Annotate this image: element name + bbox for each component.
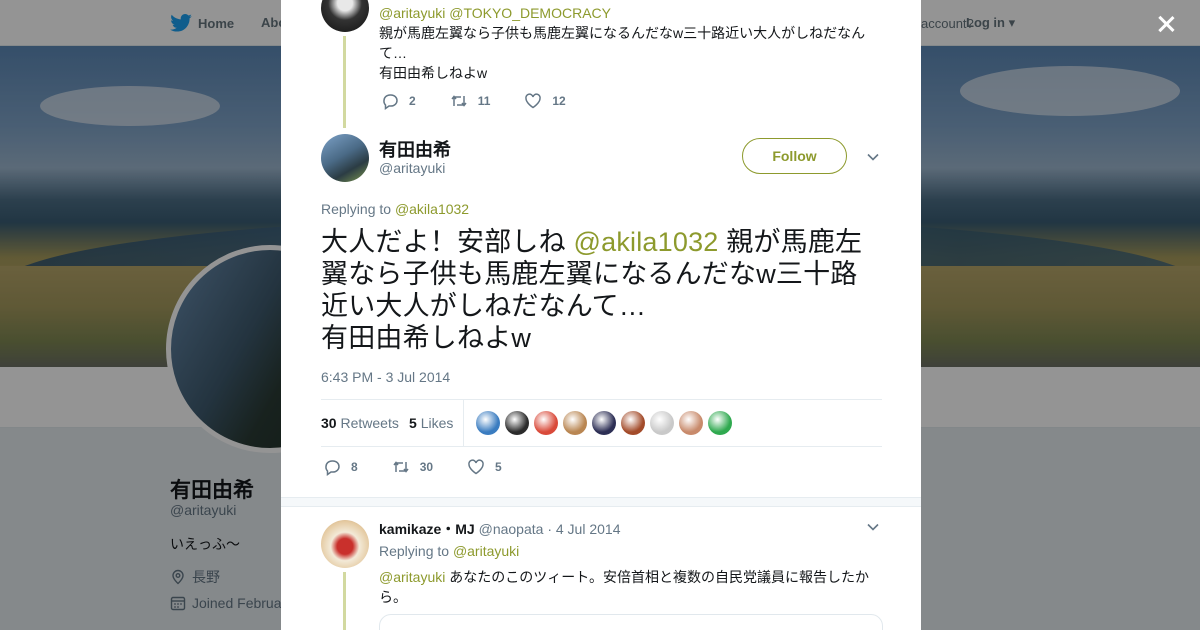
main-tweet-text-part: 大人だよ！安部しね	[321, 227, 566, 257]
replying-to-link[interactable]: @akila1032	[395, 201, 469, 217]
like-count: 12	[552, 94, 566, 108]
main-tweet-avatar[interactable]	[321, 134, 369, 182]
retweet-action[interactable]: 11	[450, 92, 491, 110]
retweet-count: 11	[477, 94, 491, 108]
liker-avatar[interactable]	[679, 411, 703, 435]
reply-count: 8	[351, 460, 358, 474]
reply-tweet-header: kamikaze・MJ @naopata · 4 Jul 2014	[379, 519, 621, 539]
stats-divider	[463, 400, 464, 447]
liker-avatar[interactable]	[476, 411, 500, 435]
liker-avatar[interactable]	[708, 411, 732, 435]
heart-icon	[525, 93, 542, 109]
quoted-tweet-card[interactable]	[379, 614, 883, 630]
mention-link[interactable]: @aritayuki	[379, 569, 445, 585]
parent-tweet-actions: 2 11 12	[381, 92, 600, 110]
liker-avatars	[476, 411, 732, 435]
replies-separator	[281, 497, 921, 507]
mention-link[interactable]: @akila1032	[574, 227, 719, 257]
parent-tweet-text: @aritayuki @TOKYO_DEMOCRACY 親が馬鹿左翼なら子供も馬…	[379, 3, 874, 83]
thread-connector	[343, 572, 346, 630]
retweet-stat-count: 30	[321, 415, 337, 431]
liker-avatar[interactable]	[621, 411, 645, 435]
main-tweet-text: 大人だよ！安部しね @akila1032 親が馬鹿左翼なら子供も馬鹿左翼になるん…	[321, 226, 881, 354]
retweet-stat[interactable]: 30 Retweets	[321, 415, 399, 431]
parent-tweet-line: 有田由希しねよw	[379, 65, 488, 81]
heart-icon	[468, 459, 484, 475]
reply-date[interactable]: · 4 Jul 2014	[547, 521, 620, 537]
liker-avatar[interactable]	[650, 411, 674, 435]
main-tweet-author-name[interactable]: 有田由希	[379, 136, 451, 162]
thread-connector	[343, 36, 346, 128]
like-action[interactable]: 12	[524, 92, 566, 110]
mention-link[interactable]: @aritayuki	[379, 5, 445, 21]
reply-tweet-avatar[interactable]	[321, 520, 369, 568]
reply-action[interactable]: 8	[323, 458, 358, 476]
reply-count: 2	[409, 94, 416, 108]
follow-button[interactable]: Follow	[742, 138, 847, 174]
reply-text-part: ら。	[379, 589, 407, 605]
reply-tweet-text: @aritayuki あなたのこのツィート。安倍首相と複数の自民党議員に報告した…	[379, 567, 879, 607]
tweet-timestamp[interactable]: 6:43 PM - 3 Jul 2014	[321, 369, 450, 385]
reply-icon	[325, 460, 340, 476]
tweet-stats: 30 Retweets 5 Likes	[321, 399, 882, 447]
like-action[interactable]: 5	[467, 458, 502, 476]
reply-icon	[383, 94, 398, 110]
mention-link[interactable]: @TOKYO_DEMOCRACY	[449, 5, 611, 21]
replying-to-prefix: Replying to	[379, 543, 450, 559]
main-tweet-actions: 8 30 5	[323, 458, 536, 476]
reply-text-part: あなたのこのツィート。安倍首相と複数の自民党議員に報告したか	[449, 569, 869, 585]
liker-avatar[interactable]	[592, 411, 616, 435]
retweet-action[interactable]: 30	[392, 458, 433, 476]
replying-to-link[interactable]: @aritayuki	[453, 543, 519, 559]
chevron-down-icon[interactable]	[865, 519, 881, 535]
like-count: 5	[495, 460, 502, 474]
chevron-down-icon[interactable]	[865, 149, 881, 165]
liker-avatar[interactable]	[505, 411, 529, 435]
reply-author-name[interactable]: kamikaze・MJ	[379, 521, 475, 537]
retweet-icon	[451, 95, 467, 107]
retweet-stat-label: Retweets	[340, 415, 399, 431]
tweet-permalink-modal: @aritayuki @TOKYO_DEMOCRACY 親が馬鹿左翼なら子供も馬…	[281, 0, 921, 630]
main-tweet-text-part: 有田由希しねよw	[321, 323, 532, 353]
parent-tweet-line: 親が馬鹿左翼なら子供も馬鹿左翼になるんだなw三十路近い大人がしねだなん	[379, 25, 866, 41]
reply-author-handle[interactable]: @naopata	[479, 521, 544, 537]
retweet-icon	[393, 461, 409, 473]
liker-avatar[interactable]	[563, 411, 587, 435]
replying-to-prefix: Replying to	[321, 201, 392, 217]
like-stat[interactable]: 5 Likes	[409, 415, 453, 431]
like-stat-label: Likes	[420, 415, 454, 431]
parent-tweet-mentions: @aritayuki @TOKYO_DEMOCRACY	[379, 3, 874, 23]
like-stat-count: 5	[409, 415, 417, 431]
close-modal-button[interactable]	[1152, 10, 1180, 38]
retweet-count: 30	[419, 460, 434, 474]
main-tweet-author-handle[interactable]: @aritayuki	[379, 160, 445, 176]
parent-tweet-avatar[interactable]	[321, 0, 369, 32]
parent-tweet-line: て…	[379, 45, 407, 61]
reply-replying-to: Replying to @aritayuki	[379, 543, 519, 559]
liker-avatar[interactable]	[534, 411, 558, 435]
replying-to: Replying to @akila1032	[321, 201, 469, 217]
reply-action[interactable]: 2	[381, 92, 416, 110]
